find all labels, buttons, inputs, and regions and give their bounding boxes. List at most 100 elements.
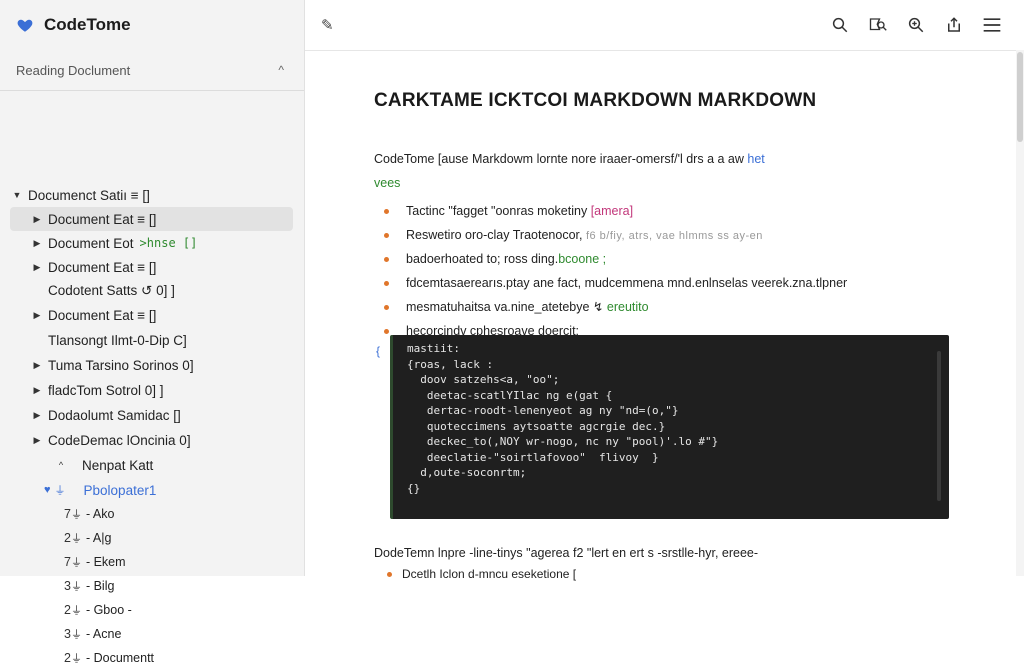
tree-item-1[interactable]: ▼ Documenct Satiı ≡ [⁠]	[10, 183, 293, 207]
tree-item-11[interactable]: ▶ CodeDemac lOncinia 0]	[10, 428, 293, 452]
reader-pane: ✎ CARKTAME ICKTCOI MARKDOWN MARKDOWN Cod…	[305, 0, 1024, 581]
pin-icon: ⏚	[70, 605, 82, 617]
caret-icon[interactable]: ▶	[30, 385, 44, 396]
sub-item[interactable]: 3 ⏚ - Acne	[10, 622, 293, 646]
caret-icon[interactable]: ▶	[30, 410, 44, 421]
code-block[interactable]: mastiit: {roas, lack : doov satzehs<a, "…	[390, 335, 949, 519]
sub-item-label: - Gboo -	[85, 603, 132, 617]
active-chapter-label: Pbolopater1	[83, 482, 157, 498]
heart-marker-icon: ♥	[44, 484, 51, 496]
sidebar: CodeTome Reading Doclument ^ ▼ Documenct…	[0, 0, 305, 665]
active-chapter[interactable]: ♥ ⏚ Pbolopater1	[10, 478, 293, 502]
section-title: Reading Doclument	[16, 62, 131, 78]
code-text: mastiit: {roas, lack : doov satzehs<a, "…	[407, 342, 719, 495]
tree-item-3[interactable]: ▶ Document Eot >hnse [⁠]	[10, 231, 293, 255]
tree-item-2[interactable]: ▶ Document Eat ≡ [⁠]	[10, 207, 293, 231]
tree-item-label: Document Eat ≡ [⁠]	[48, 307, 157, 323]
sub-item-label: - Ekem	[85, 555, 126, 569]
share-icon[interactable]	[938, 9, 970, 41]
sub-item-label: - Acne	[85, 627, 122, 641]
sub-item-label: - Documentt	[85, 651, 155, 665]
intro-link[interactable]: het	[747, 152, 764, 166]
intro-line-2: vees	[374, 176, 401, 190]
search-icon[interactable]	[824, 9, 856, 41]
pin-icon: ⏚	[70, 509, 82, 521]
sub-item-label: - Bilg	[85, 579, 115, 593]
pin-icon: ⏚	[70, 581, 82, 593]
bullet-item: fdcemtasaerearıs.ptay ane fact, mudcemme…	[374, 271, 949, 295]
sub-item[interactable]: 2 ⏚ - Gboo -	[10, 598, 293, 622]
zoom-icon[interactable]	[900, 9, 932, 41]
tree-item-10[interactable]: ▶ Dodaolumt Samidac [⁠]	[10, 403, 293, 427]
tree-item-5[interactable]: Codotent Satts ↺ 0] ⁠]	[10, 279, 293, 303]
reading-section-header[interactable]: Reading Doclument ^	[0, 50, 304, 91]
bullet-item: Reswetiro oro-clay Traotenocor, f6 b/fiy…	[374, 223, 949, 247]
tree-item-label: Codotent Satts ↺ 0] ⁠]	[48, 283, 175, 298]
sub-item-number: 3	[64, 627, 71, 641]
pen-icon[interactable]: ✎	[321, 16, 334, 34]
sub-item-number: 2	[64, 531, 71, 545]
toolbar: ✎	[305, 0, 1024, 51]
tree-item-7[interactable]: Tlansongt Ilmt-0-Dip C]	[10, 328, 293, 352]
document-content: CARKTAME ICKTCOI MARKDOWN MARKDOWN CodeT…	[374, 90, 949, 343]
sub-item[interactable]: 7 ⏚ - Ekem	[10, 550, 293, 574]
sub-item-label: - A|g	[85, 531, 112, 545]
sub-item[interactable]: 2 ⏚ - A|g	[10, 526, 293, 550]
tree-item-tag: >hnse [⁠]	[139, 236, 198, 250]
tree-item-label: Nenpat Katt	[82, 457, 154, 473]
caret-icon[interactable]: ▶	[30, 214, 44, 225]
caret-icon[interactable]: ▶	[30, 310, 44, 321]
sub-item[interactable]: 2 ⏚ - Documentt	[10, 646, 293, 670]
pin-icon: ⏚	[70, 653, 82, 665]
tree-item-12[interactable]: ^ Nenpat Katt	[10, 453, 293, 477]
tree-item-label: Documenct Satiı ≡ [⁠]	[28, 187, 150, 203]
bullet-item: Tactinc "fagget "oonras moketiny [amera]	[374, 199, 949, 223]
trailing-bullet: Dcetlh Iclon d-mncu eseketione [	[386, 567, 577, 581]
tree-item-label: Dodaolumt Samidac [⁠]	[48, 407, 181, 423]
tree-item-label: Tlansongt Ilmt-0-Dip C]	[48, 332, 187, 348]
sub-item-number: 2	[64, 651, 71, 665]
tree-item-label: fladcTom Sotrol 0] ⁠]	[48, 382, 164, 398]
caret-up-icon[interactable]: ^	[54, 460, 68, 470]
caret-icon[interactable]: ▶	[30, 435, 44, 446]
sub-item-number: 7	[64, 555, 71, 569]
menu-icon[interactable]	[976, 9, 1008, 41]
caret-icon[interactable]: ▶	[30, 262, 44, 273]
caret-icon[interactable]: ▼	[10, 190, 24, 200]
bookmark-icon: ⏚	[54, 485, 66, 497]
caret-icon[interactable]: ▶	[30, 360, 44, 371]
tree-item-6[interactable]: ▶ Document Eat ≡ [⁠]	[10, 303, 293, 327]
app-header: CodeTome	[0, 0, 304, 50]
sub-item-label: - Ako	[85, 507, 115, 521]
intro-line: CodeTome [ause Markdowm lornte nore iraa…	[374, 152, 744, 166]
tree-item-4[interactable]: ▶ Document Eat ≡ [⁠]	[10, 255, 293, 279]
code-scrollbar[interactable]	[937, 351, 941, 501]
code-fold-marker[interactable]: {	[376, 344, 380, 358]
collapse-toggle-icon[interactable]: ^	[278, 63, 284, 77]
trailing-paragraph: DodeTemn lnpre -line-tinys "agerea f2 "l…	[374, 546, 759, 560]
sub-item[interactable]: 3 ⏚ - Bilg	[10, 574, 293, 598]
tree-item-label: Document Eat ≡ [⁠]	[48, 211, 157, 227]
tree-item-8[interactable]: ▶ Tuma Tarsino Sorinos 0]	[10, 353, 293, 377]
pin-icon: ⏚	[70, 629, 82, 641]
intro-paragraph: CodeTome [ause Markdowm lornte nore iraa…	[374, 147, 949, 195]
caret-icon[interactable]: ▶	[30, 238, 44, 249]
tree-item-9[interactable]: ▶ fladcTom Sotrol 0] ⁠]	[10, 378, 293, 402]
bookmark-icon[interactable]	[862, 9, 894, 41]
sub-item[interactable]: 7 ⏚ - Ako	[10, 502, 293, 526]
tree-item-label: Tuma Tarsino Sorinos 0]	[48, 357, 194, 373]
tree-item-label: Document Eot	[48, 235, 134, 251]
sub-item-number: 2	[64, 603, 71, 617]
page-scrollbar[interactable]	[1016, 50, 1024, 576]
tree-item-label: Document Eat ≡ [⁠]	[48, 259, 157, 275]
bullet-item: badoerhoated to; ross ding.bcoone ;	[374, 247, 949, 271]
bullet-list: Tactinc "fagget "oonras moketiny [amera]…	[374, 199, 949, 343]
page-scrollbar-thumb[interactable]	[1017, 52, 1023, 142]
tree-item-label: CodeDemac lOncinia 0]	[48, 432, 191, 448]
bullet-item: mesmatuhaitsa va.nine_atetebye ↯ ereutit…	[374, 295, 949, 319]
pin-icon: ⏚	[70, 557, 82, 569]
sub-item-number: 7	[64, 507, 71, 521]
app-title: CodeTome	[44, 15, 131, 34]
heart-logo-icon	[17, 19, 33, 32]
toolbar-actions	[824, 9, 1008, 41]
